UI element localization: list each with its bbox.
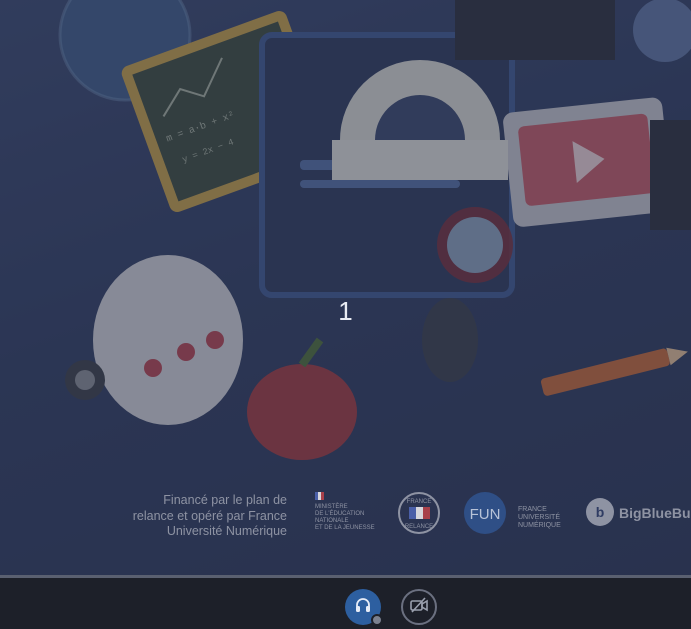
- fun-logo: FUN FRANCE UNIVERSITÉ NUMÉRIQUE: [463, 491, 573, 535]
- funding-line: Financé par le plan de: [163, 493, 287, 507]
- svg-text:b: b: [596, 504, 605, 520]
- ministere-line: NATIONALE: [315, 518, 349, 524]
- relance-line: RELANCE: [405, 524, 433, 530]
- webcam-preview-area: m = a·b + x² y = 2x − 4 1 Financé par le…: [0, 0, 691, 575]
- funding-text: Financé par le plan de relance et opéré …: [96, 493, 287, 540]
- ministere-line: DE L'ÉDUCATION: [315, 510, 364, 517]
- ministere-logo: MINISTÈRE DE L'ÉDUCATION NATIONALE ET DE…: [313, 490, 379, 542]
- funding-line: relance et opéré par France: [132, 508, 287, 523]
- fun-badge-text: FUN: [470, 506, 501, 523]
- funding-line: Université Numérique: [166, 524, 287, 538]
- audio-settings-badge[interactable]: [371, 614, 383, 626]
- video-off-icon: [409, 596, 429, 619]
- relance-line: FRANCE: [407, 499, 432, 505]
- headphones-icon: [354, 596, 372, 619]
- overlay-dim: [0, 0, 691, 575]
- ministere-line: MINISTÈRE: [315, 503, 348, 510]
- fun-line: FRANCE: [518, 506, 547, 513]
- fun-line: NUMÉRIQUE: [518, 520, 561, 529]
- france-relance-logo: FRANCE RELANCE: [397, 491, 441, 535]
- fun-line: UNIVERSITÉ: [518, 512, 560, 521]
- bbb-text: BigBlueBu: [619, 505, 691, 521]
- ministere-line: ET DE LA JEUNESSE: [315, 525, 375, 531]
- video-button[interactable]: [401, 589, 437, 625]
- control-bar: [0, 578, 691, 629]
- countdown-number: 1: [338, 296, 353, 326]
- bigbluebutton-logo: b BigBlueBu: [585, 497, 691, 529]
